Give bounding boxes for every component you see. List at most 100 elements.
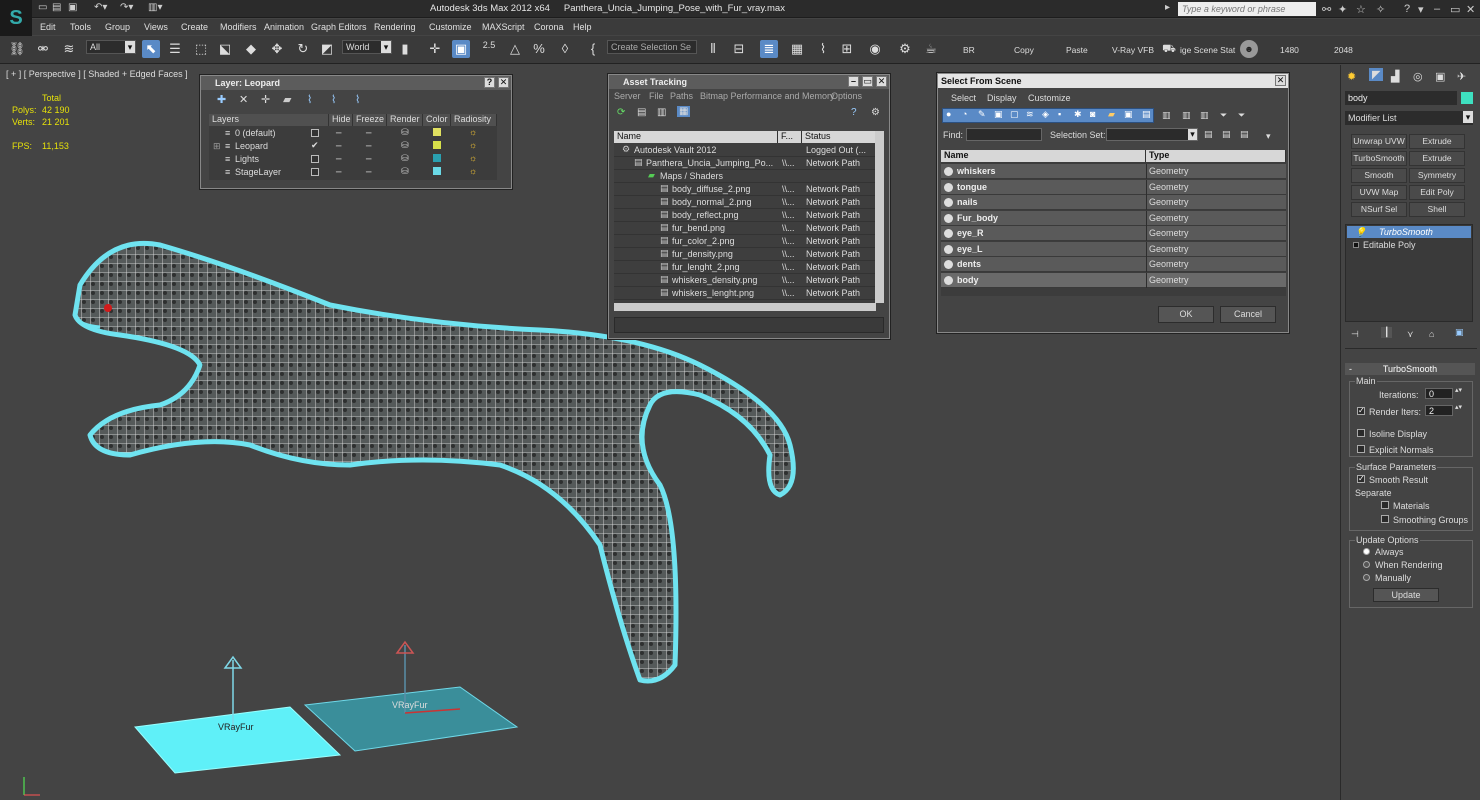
save-file-icon[interactable]: ▣ xyxy=(68,2,77,13)
link-icon[interactable]: ⛓ xyxy=(8,40,26,58)
remove-modifier-icon[interactable]: ⌂ xyxy=(1429,329,1434,339)
menu-graph-editors[interactable]: Graph Editors xyxy=(311,22,367,32)
help-icon[interactable]: ? xyxy=(1404,3,1410,15)
menu-group[interactable]: Group xyxy=(105,22,130,32)
layer-color-swatch[interactable] xyxy=(433,154,441,162)
menu-customize[interactable]: Customize xyxy=(429,22,472,32)
detail-view-icon[interactable]: ▥ xyxy=(657,107,666,118)
layer-manager-icon[interactable]: ≣ xyxy=(760,40,778,58)
asset-row[interactable]: ▰ Maps / Shaders xyxy=(614,170,884,183)
asset-minimize-button[interactable]: – xyxy=(848,76,859,87)
move-icon[interactable]: ✥ xyxy=(268,40,286,58)
mirror-icon[interactable]: ⫴ xyxy=(704,40,722,58)
col-layers[interactable]: Layers xyxy=(209,114,329,126)
extrude-button[interactable]: Extrude xyxy=(1409,134,1465,149)
group-filter-icon[interactable]: ◈ xyxy=(1042,109,1049,120)
toolbar-width-2048[interactable]: 2048 xyxy=(1334,45,1353,55)
asset-help-icon[interactable]: ? xyxy=(851,107,857,118)
menu-maxscript[interactable]: MAXScript xyxy=(482,22,525,32)
scene-object-row[interactable]: eye_L Geometry xyxy=(941,241,1286,257)
refresh-icon[interactable]: ⟳ xyxy=(617,107,625,118)
spinner-snap-icon[interactable]: ◊ xyxy=(556,40,574,58)
select-from-scene-window[interactable]: Select From Scene ✕ Select Display Custo… xyxy=(937,73,1289,333)
select-objects-icon[interactable]: ▰ xyxy=(283,93,291,106)
open-file-icon[interactable]: ▤ xyxy=(52,2,61,13)
uvw-map-button[interactable]: UVW Map xyxy=(1351,185,1407,200)
edit-poly-button[interactable]: Edit Poly xyxy=(1409,185,1465,200)
asset-row[interactable]: ▤ body_diffuse_2.png \\... Network Path xyxy=(614,183,884,196)
table-view-icon[interactable]: ▦ xyxy=(677,106,691,117)
asset-row[interactable]: ▤ body_normal_2.png \\... Network Path xyxy=(614,196,884,209)
modifier-list-dropdown[interactable]: Modifier List ▾ xyxy=(1345,111,1473,125)
asset-hscrollbar[interactable] xyxy=(614,303,876,311)
scene-col-name[interactable]: Name xyxy=(941,150,1146,162)
maximize-icon[interactable]: ▭ xyxy=(1450,3,1460,16)
scene-object-row[interactable]: body Geometry xyxy=(941,272,1286,288)
menu-create[interactable]: Create xyxy=(181,22,208,32)
asset-path-field[interactable] xyxy=(614,317,884,333)
spinner-arrows-icon[interactable]: ▴▾ xyxy=(1455,403,1462,411)
shell-button[interactable]: Shell xyxy=(1409,202,1465,217)
display-all-icon[interactable]: ▥ xyxy=(1182,110,1191,121)
display-invert-icon[interactable]: ▥ xyxy=(1200,110,1209,121)
scene-window-titlebar[interactable]: Select From Scene ✕ xyxy=(938,74,1288,88)
scene-object-row[interactable]: eye_R Geometry xyxy=(941,226,1286,241)
schematic-view-icon[interactable]: ⊞ xyxy=(838,40,856,58)
create-tab-icon[interactable]: ✹ xyxy=(1347,70,1356,83)
show-end-result-icon[interactable]: ┃ xyxy=(1381,327,1393,338)
asset-col-name[interactable]: Name xyxy=(614,131,778,143)
layer-row[interactable]: ≡ Lights ━ ━ ⛁ ☼ xyxy=(209,153,497,166)
asset-settings-icon[interactable]: ⚙ xyxy=(871,107,880,118)
menu-tools[interactable]: Tools xyxy=(70,22,91,32)
expand-box-icon[interactable] xyxy=(1353,242,1359,248)
help-search-input[interactable]: Type a keyword or phrase xyxy=(1178,2,1316,16)
menu-help[interactable]: Help xyxy=(573,22,592,32)
list-view-icon[interactable]: ▤ xyxy=(637,107,646,118)
asset-row[interactable]: ▤ fur_density.png \\... Network Path xyxy=(614,248,884,261)
layer-row[interactable]: ≡ 0 (default) ━ ━ ⛁ ☼ xyxy=(209,127,497,140)
toolbar-vray-vfb-button[interactable]: V-Ray VFB xyxy=(1112,45,1154,55)
asset-row[interactable]: ▤ fur_bend.png \\... Network Path xyxy=(614,222,884,235)
ok-button[interactable]: OK xyxy=(1158,306,1214,323)
layer-row[interactable]: ⊞ ≡ Leopard ✔ ━ ━ ⛁ ☼ xyxy=(209,140,497,153)
configure-sets-icon[interactable]: ▣ xyxy=(1455,327,1464,338)
asset-menu-file[interactable]: File xyxy=(649,91,664,101)
scene-menu-select[interactable]: Select xyxy=(951,93,976,103)
all-filter-icon[interactable]: ▤ xyxy=(1142,109,1151,120)
communication-icon[interactable]: ☆ xyxy=(1356,3,1366,16)
asset-row[interactable]: ▤ whiskers_lenght.png \\... Network Path xyxy=(614,287,884,300)
motion-tab-icon[interactable]: ◎ xyxy=(1413,70,1423,83)
layer-row[interactable]: ≡ StageLayer ━ ━ ⛁ ☼ xyxy=(209,166,497,179)
delete-layer-icon[interactable]: ✕ xyxy=(239,93,248,106)
asset-row[interactable]: ▤ body_reflect.png \\... Network Path xyxy=(614,209,884,222)
toolbar-width-1480[interactable]: 1480 xyxy=(1280,45,1299,55)
render-teapot-icon[interactable]: ☕ xyxy=(922,40,940,58)
unlink-icon[interactable]: ⚮ xyxy=(34,40,52,58)
asset-row[interactable]: ▤ fur_lenght_2.png \\... Network Path xyxy=(614,261,884,274)
layer-help-button[interactable]: ? xyxy=(484,77,495,88)
rotate-icon[interactable]: ↻ xyxy=(294,40,312,58)
iterations-spinner[interactable]: 0 xyxy=(1425,388,1453,399)
menu-rendering[interactable]: Rendering xyxy=(374,22,416,32)
toolbar-copy-button[interactable]: Copy xyxy=(1014,45,1034,55)
col-radiosity[interactable]: Radiosity xyxy=(451,114,497,126)
explicit-normals-checkbox[interactable] xyxy=(1357,445,1365,453)
redo-icon[interactable]: ↷▾ xyxy=(120,2,133,13)
project-folder-icon[interactable]: ▥▾ xyxy=(148,2,162,13)
pin-stack-icon[interactable]: ⊣ xyxy=(1351,329,1359,340)
smooth-button[interactable]: Smooth xyxy=(1351,168,1407,183)
col-freeze[interactable]: Freeze xyxy=(353,114,387,126)
binoculars-icon[interactable]: ⚯ xyxy=(1322,3,1331,16)
display-tab-icon[interactable]: ▣ xyxy=(1435,70,1445,83)
object-name-field[interactable]: body xyxy=(1345,91,1457,105)
scene-close-button[interactable]: ✕ xyxy=(1275,75,1286,86)
undo-icon[interactable]: ↶▾ xyxy=(94,2,107,13)
scale-icon[interactable]: ◩ xyxy=(318,40,336,58)
select-invert-icon[interactable]: ▤ xyxy=(1240,129,1249,140)
select-by-name-icon[interactable]: ☰ xyxy=(166,40,184,58)
app-logo[interactable]: S xyxy=(0,0,32,36)
layer-color-swatch[interactable] xyxy=(433,141,441,149)
bone-filter-icon[interactable]: ✱ xyxy=(1074,109,1082,120)
toolbar-scene-states-button[interactable]: ige Scene Stat xyxy=(1180,45,1235,55)
unwrap-uvw-button[interactable]: Unwrap UVW xyxy=(1351,134,1407,149)
